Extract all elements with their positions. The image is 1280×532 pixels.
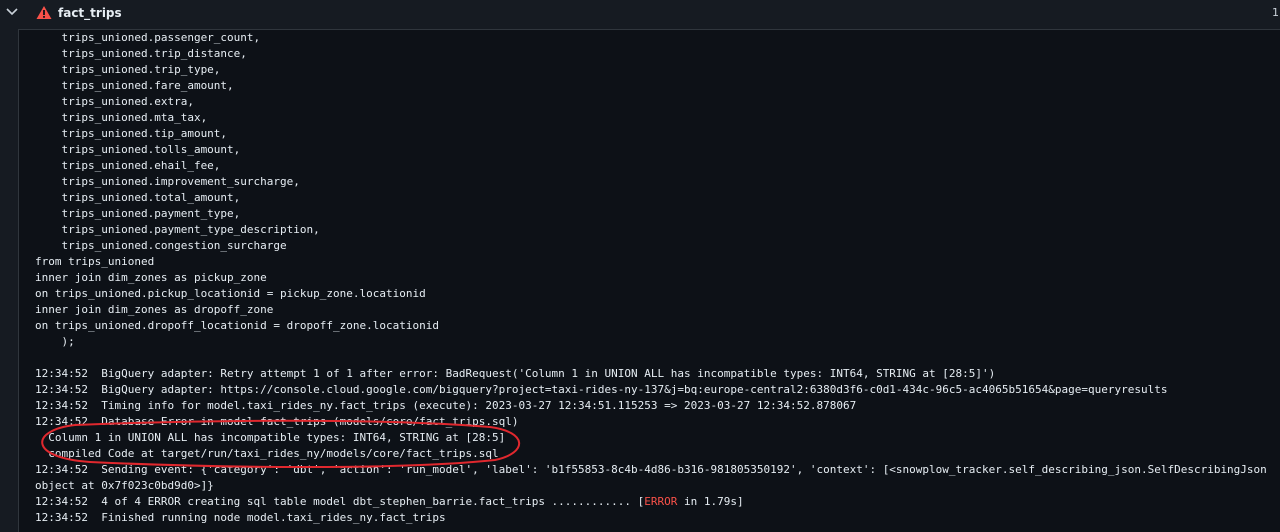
log-line: object at 0x7f023c0bd9d0>]} bbox=[35, 479, 214, 492]
log-line: trips_unioned.mta_tax, bbox=[35, 111, 208, 124]
log-line: 12:34:52 Database Error in model fact_tr… bbox=[35, 415, 519, 428]
line-number: 1 bbox=[1272, 6, 1279, 19]
log-line: trips_unioned.congestion_surcharge bbox=[35, 239, 287, 252]
log-line: 12:34:52 Timing info for model.taxi_ride… bbox=[35, 399, 857, 412]
log-line: on trips_unioned.dropoff_locationid = dr… bbox=[35, 319, 439, 332]
log-line: 12:34:52 Sending event: {'category': 'db… bbox=[35, 463, 1267, 476]
warning-icon bbox=[36, 6, 52, 19]
log-line: ); bbox=[35, 335, 75, 348]
chevron-down-icon[interactable] bbox=[5, 6, 19, 18]
log-line: from trips_unioned bbox=[35, 255, 155, 268]
log-line: trips_unioned.passenger_count, bbox=[35, 31, 261, 44]
job-title: fact_trips bbox=[58, 6, 122, 20]
log-line-error-summary: 12:34:52 4 of 4 ERROR creating sql table… bbox=[35, 494, 744, 510]
log-output[interactable]: trips_unioned.passenger_count, trips_uni… bbox=[18, 29, 1280, 532]
log-line: on trips_unioned.pickup_locationid = pic… bbox=[35, 287, 426, 300]
log-line: inner join dim_zones as dropoff_zone bbox=[35, 303, 274, 316]
log-text: 12:34:52 4 of 4 ERROR creating sql table… bbox=[35, 495, 645, 508]
log-line: trips_unioned.extra, bbox=[35, 95, 194, 108]
log-line: trips_unioned.tolls_amount, bbox=[35, 143, 241, 156]
log-line: trips_unioned.trip_type, bbox=[35, 63, 221, 76]
log-line: 12:34:52 BigQuery adapter: https://conso… bbox=[35, 383, 1168, 396]
log-text: in 1.79s] bbox=[677, 495, 744, 508]
job-header[interactable]: fact_trips 1 bbox=[0, 0, 1280, 26]
log-line: compiled Code at target/run/taxi_rides_n… bbox=[35, 447, 499, 460]
log-line: Column 1 in UNION ALL has incompatible t… bbox=[35, 431, 506, 444]
error-tag: ERROR bbox=[644, 495, 678, 508]
log-line: trips_unioned.ehail_fee, bbox=[35, 159, 221, 172]
log-line: trips_unioned.improvement_surcharge, bbox=[35, 175, 300, 188]
log-line: trips_unioned.trip_distance, bbox=[35, 47, 247, 60]
log-line: 12:34:52 Finished running node model.tax… bbox=[35, 511, 446, 524]
log-line: trips_unioned.payment_type_description, bbox=[35, 223, 320, 236]
log-line: trips_unioned.payment_type, bbox=[35, 207, 241, 220]
log-line: 12:34:52 BigQuery adapter: Retry attempt… bbox=[35, 367, 996, 380]
log-line: trips_unioned.tip_amount, bbox=[35, 127, 228, 140]
log-line: inner join dim_zones as pickup_zone bbox=[35, 271, 267, 284]
log-line: trips_unioned.fare_amount, bbox=[35, 79, 234, 92]
log-line: trips_unioned.total_amount, bbox=[35, 191, 241, 204]
